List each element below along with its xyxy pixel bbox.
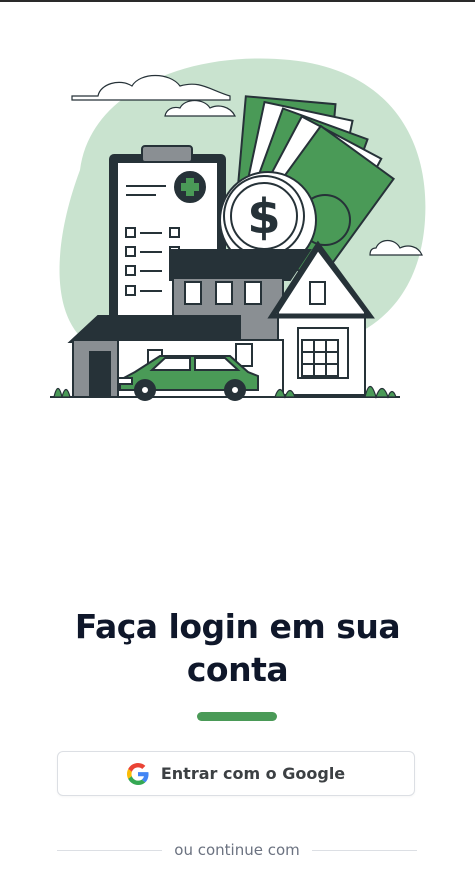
svg-text:$: $: [247, 189, 280, 245]
or-divider: ou continue com: [57, 838, 418, 862]
title-accent-bar: [197, 712, 277, 721]
google-login-button[interactable]: Entrar com o Google: [57, 751, 415, 796]
divider-line-left: [57, 849, 163, 851]
house-money-illustration: $: [50, 58, 426, 401]
page-title-line-1: Faça login em sua: [74, 607, 401, 646]
top-edge-bar: [0, 0, 475, 2]
page-title: Faça login em sua conta: [0, 605, 475, 691]
page-title-line-2: conta: [186, 650, 289, 689]
divider-line-right: [311, 849, 418, 851]
google-login-label: Entrar com o Google: [160, 764, 346, 783]
divider-text: ou continue com: [174, 841, 300, 859]
google-icon: [126, 762, 149, 785]
